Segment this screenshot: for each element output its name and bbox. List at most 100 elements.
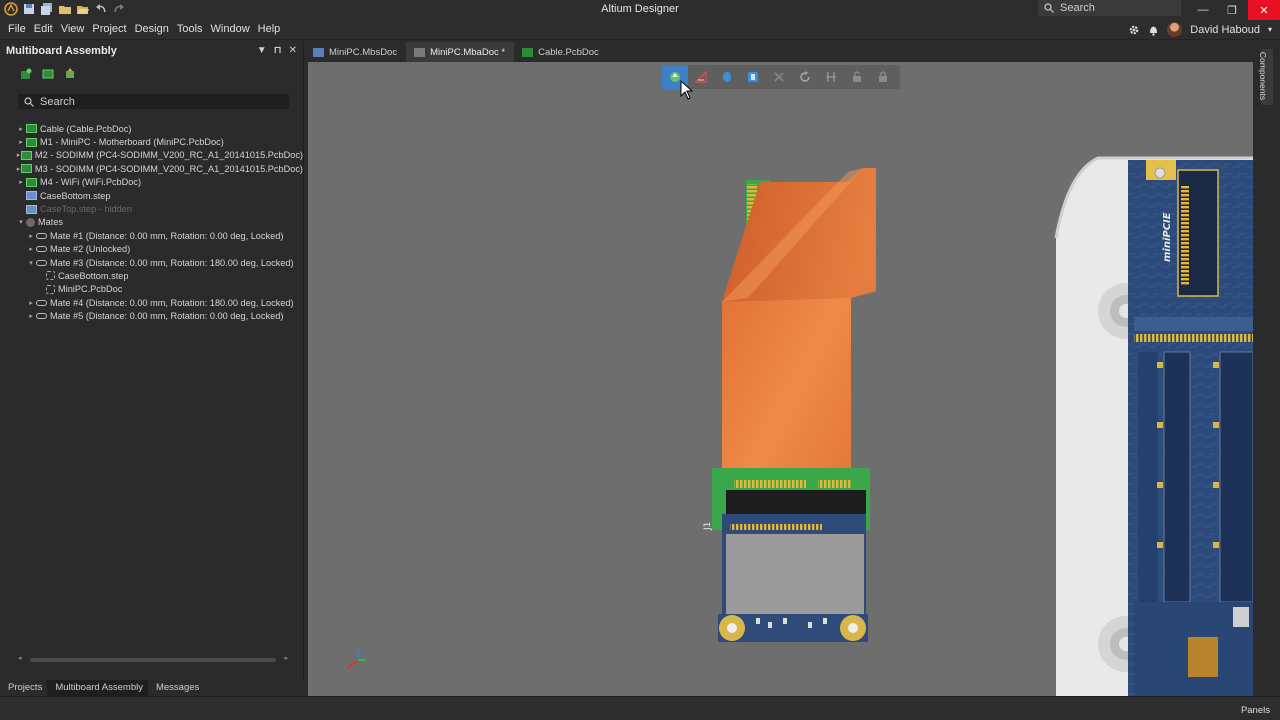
align-icon bbox=[826, 72, 836, 82]
tree-item-label: MiniPC.PcbDoc bbox=[58, 284, 123, 295]
lock-open-icon bbox=[853, 71, 861, 82]
tab-projects[interactable]: Projects bbox=[0, 680, 47, 696]
document-tab[interactable]: Cable.PcbDoc bbox=[514, 42, 608, 62]
user-name[interactable]: David Haboud bbox=[1190, 24, 1260, 36]
tree-item-label: Mate #4 (Distance: 0.00 mm, Rotation: 18… bbox=[50, 297, 294, 308]
expand-toggle-icon[interactable]: ▾ bbox=[16, 218, 26, 226]
document-tab[interactable]: MiniPC.MbsDoc bbox=[305, 42, 406, 62]
pcb-icon bbox=[20, 150, 32, 160]
tree-item[interactable]: ▸ Mate #5 (Distance: 0.00 mm, Rotation: 0… bbox=[16, 309, 303, 322]
tree-item[interactable]: CaseBottom.step bbox=[16, 269, 303, 282]
panel-search-input[interactable]: Search bbox=[17, 93, 290, 110]
user-area: David Haboud ▾ bbox=[1128, 22, 1272, 37]
3d-viewport[interactable]: miniPCIE J1 bbox=[308, 62, 1253, 696]
board-icon[interactable] bbox=[42, 68, 54, 80]
menu-view[interactable]: View bbox=[57, 23, 89, 35]
tree-item[interactable]: ▸ Mate #4 (Distance: 0.00 mm, Rotation: 1… bbox=[16, 296, 303, 309]
document-tab[interactable]: MiniPC.MbaDoc * bbox=[406, 42, 515, 62]
motherboard-model[interactable]: miniPCIE bbox=[1128, 160, 1253, 696]
menu-edit[interactable]: Edit bbox=[30, 23, 57, 35]
panels-button[interactable]: Panels bbox=[1241, 705, 1270, 716]
tree-item[interactable]: ▾ Mate #3 (Distance: 0.00 mm, Rotation: 1… bbox=[16, 256, 303, 269]
minimize-button[interactable]: — bbox=[1187, 0, 1219, 20]
expand-toggle-icon[interactable]: ▸ bbox=[26, 299, 36, 307]
link-icon bbox=[46, 271, 55, 281]
expand-toggle-icon[interactable]: ▸ bbox=[16, 178, 26, 186]
tree-item-label: CaseTop.step - hidden bbox=[40, 204, 132, 215]
tree-item-label: Mate #3 (Distance: 0.00 mm, Rotation: 18… bbox=[50, 257, 294, 268]
horizontal-scrollbar[interactable]: ◂ ▸ bbox=[18, 654, 288, 663]
document-tabs: MiniPC.MbsDoc MiniPC.MbaDoc * Cable.PcbDoc bbox=[305, 41, 1253, 62]
expand-toggle-icon[interactable]: ▸ bbox=[16, 138, 26, 146]
document-tab-label: Cable.PcbDoc bbox=[538, 46, 599, 58]
add-board-icon[interactable] bbox=[20, 68, 32, 80]
tree-item[interactable]: MiniPC.PcbDoc bbox=[16, 283, 303, 296]
multiboard-assembly-panel: Multiboard Assembly ▼ ⊓ ✕ Search ▸ Cable … bbox=[0, 41, 304, 680]
expand-toggle-icon[interactable]: ▸ bbox=[16, 125, 26, 133]
tree-item-label: Mate #2 (Unlocked) bbox=[50, 244, 131, 255]
clear-button[interactable] bbox=[766, 65, 792, 89]
tree-item[interactable]: ▸ M3 - SODIMM (PC4-SODIMM_V200_RC_A1_2014… bbox=[16, 162, 303, 175]
scrollbar-thumb[interactable] bbox=[30, 658, 276, 662]
menu-window[interactable]: Window bbox=[207, 23, 254, 35]
expand-toggle-icon[interactable]: ▸ bbox=[26, 245, 36, 253]
global-search-input[interactable]: Search bbox=[1038, 0, 1181, 16]
expand-toggle-icon[interactable]: ▾ bbox=[26, 259, 36, 267]
panel-search-placeholder: Search bbox=[40, 95, 75, 108]
select-body-button[interactable] bbox=[714, 65, 740, 89]
tree-item[interactable]: ▾ Mates bbox=[16, 216, 303, 229]
3d-scene[interactable]: miniPCIE J1 bbox=[308, 62, 1253, 696]
panel-menu-icon[interactable]: ▼ bbox=[257, 45, 267, 56]
menu-design[interactable]: Design bbox=[131, 23, 173, 35]
document-icon bbox=[414, 47, 426, 57]
components-panel-tab[interactable]: Components bbox=[1258, 49, 1273, 105]
tree-item[interactable]: ▸ Mate #2 (Unlocked) bbox=[16, 243, 303, 256]
scroll-left-icon[interactable]: ◂ bbox=[18, 654, 22, 662]
connector-silk-label: miniPCIE bbox=[1162, 212, 1173, 262]
document-icon bbox=[522, 47, 534, 57]
pin-icon[interactable]: ⊓ bbox=[274, 45, 282, 56]
tree-item[interactable]: ▸ Cable (Cable.PcbDoc) bbox=[16, 122, 303, 135]
tab-messages[interactable]: Messages bbox=[148, 680, 204, 696]
menu-file[interactable]: File bbox=[4, 23, 30, 35]
document-tab-label: MiniPC.MbsDoc bbox=[329, 46, 398, 58]
panel-close-icon[interactable]: ✕ bbox=[289, 45, 297, 56]
menu-help[interactable]: Help bbox=[254, 23, 285, 35]
mate-button[interactable] bbox=[740, 65, 766, 89]
avatar[interactable] bbox=[1167, 22, 1183, 37]
maximize-button[interactable]: ❐ bbox=[1216, 0, 1248, 20]
assembly-tree: ▸ Cable (Cable.PcbDoc) ▸ M1 - MiniPC - Moth… bbox=[0, 122, 303, 323]
mate-icon bbox=[36, 299, 47, 306]
ref-designator-label: J1 bbox=[703, 522, 713, 531]
unlock-button[interactable] bbox=[844, 65, 870, 89]
tree-item-label: M1 - MiniPC - Motherboard (MiniPC.PcbDoc… bbox=[40, 137, 224, 148]
wifi-module-model[interactable]: J1 bbox=[703, 468, 870, 642]
tree-item[interactable]: ▸ Mate #1 (Distance: 0.00 mm, Rotation: 0… bbox=[16, 229, 303, 242]
menu-tools[interactable]: Tools bbox=[173, 23, 207, 35]
tab-multiboard-assembly[interactable]: Multiboard Assembly bbox=[47, 680, 148, 696]
axis-gizmo bbox=[347, 650, 366, 669]
clear-icon bbox=[774, 72, 784, 82]
align-button[interactable] bbox=[818, 65, 844, 89]
menu-project[interactable]: Project bbox=[88, 23, 130, 35]
tree-item[interactable]: CaseBottom.step bbox=[16, 189, 303, 202]
tree-item[interactable]: ▸ M4 - WiFi (WiFi.PcbDoc) bbox=[16, 176, 303, 189]
step-icon bbox=[26, 191, 37, 201]
refresh-button[interactable] bbox=[792, 65, 818, 89]
lock-button[interactable] bbox=[870, 65, 896, 89]
expand-toggle-icon[interactable]: ▸ bbox=[26, 232, 36, 240]
add-mate-icon[interactable] bbox=[64, 68, 76, 80]
chevron-down-icon[interactable]: ▾ bbox=[1268, 25, 1272, 34]
close-button[interactable]: ✕ bbox=[1248, 0, 1280, 20]
pcb-icon bbox=[26, 177, 37, 187]
expand-toggle-icon[interactable]: ▸ bbox=[26, 312, 36, 320]
tree-item[interactable]: CaseTop.step - hidden bbox=[16, 202, 303, 215]
scroll-right-icon[interactable]: ▸ bbox=[284, 654, 288, 662]
tree-item[interactable]: ▸ M2 - SODIMM (PC4-SODIMM_V200_RC_A1_2014… bbox=[16, 149, 303, 162]
gear-icon[interactable] bbox=[1128, 24, 1140, 36]
mouse-cursor-icon bbox=[680, 80, 694, 100]
mate-icon bbox=[36, 313, 47, 320]
tree-item[interactable]: ▸ M1 - MiniPC - Motherboard (MiniPC.PcbDo… bbox=[16, 135, 303, 148]
notification-bell-icon[interactable] bbox=[1148, 24, 1159, 36]
flex-cable-model[interactable] bbox=[722, 168, 876, 470]
